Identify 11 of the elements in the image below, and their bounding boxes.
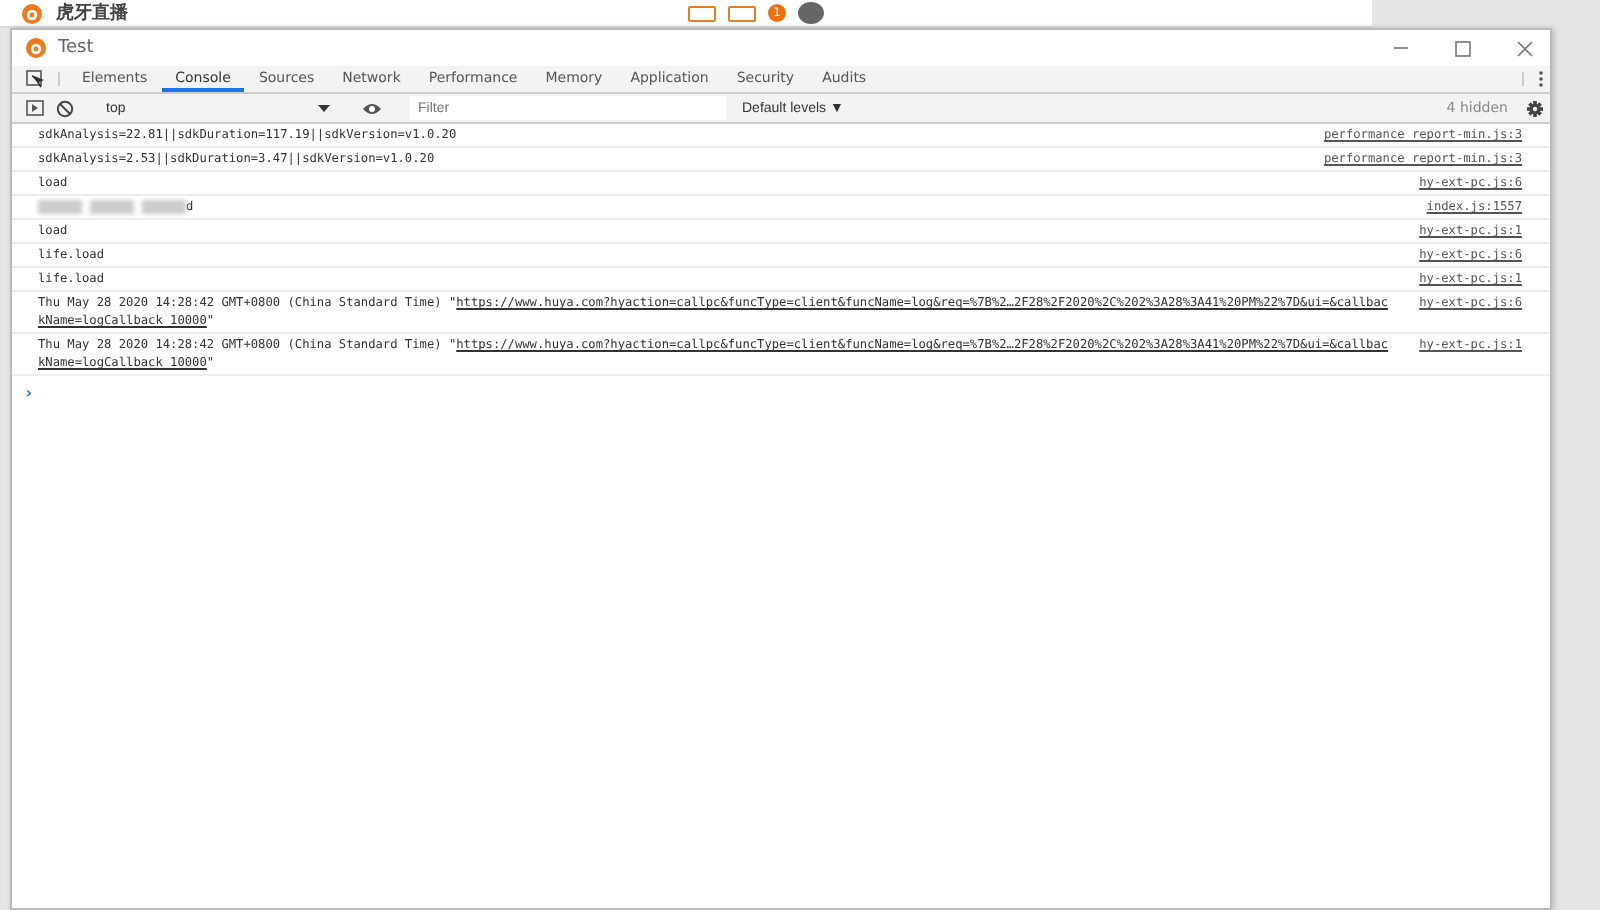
app-icon: [24, 36, 48, 60]
avatar[interactable]: [798, 2, 824, 24]
maximize-icon[interactable]: [1449, 37, 1475, 59]
window-title: Test: [58, 38, 96, 58]
app-logo-text: 虎牙直播: [56, 1, 128, 25]
caret-icon: [318, 101, 330, 113]
toolbar-icon[interactable]: [688, 5, 716, 21]
prompt-caret[interactable]: ›: [12, 376, 1550, 410]
sidebar-toggle-icon[interactable]: [20, 100, 50, 116]
toolbar-icon[interactable]: [728, 5, 756, 21]
close-icon[interactable]: [1511, 37, 1537, 59]
